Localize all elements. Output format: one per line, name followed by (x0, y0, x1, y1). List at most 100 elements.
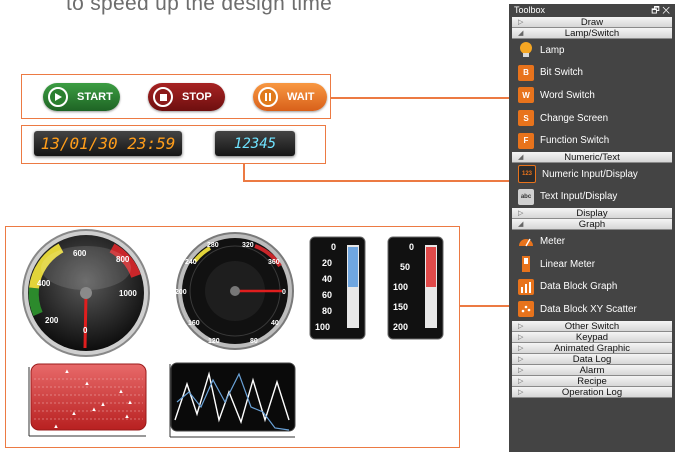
section-label: Numeric/Text (564, 151, 620, 163)
toolbox-item-linear-meter[interactable]: Linear Meter (512, 253, 672, 276)
toolbox-item-text-display[interactable]: abc Text Input/Display (512, 186, 672, 209)
linear-meter-icon (518, 256, 534, 273)
gauge-tick: 0 (83, 326, 88, 335)
section-recipe[interactable]: ▷ Recipe (512, 375, 672, 387)
gauge-tick: 200 (175, 289, 187, 296)
linear-meter-2: 0 50 100 150 200 (387, 236, 444, 340)
gauge-tick: 200 (45, 316, 59, 325)
gauge-tick: 800 (116, 255, 130, 264)
wait-label: WAIT (287, 91, 315, 103)
gauge-tick: 80 (250, 338, 258, 345)
item-label: Bit Switch (540, 67, 584, 79)
gauge-tick: 600 (73, 249, 87, 258)
expand-arrow-icon: ▷ (518, 19, 524, 26)
section-label: Alarm (579, 364, 605, 376)
linear-tick: 50 (400, 262, 410, 272)
numeric-display-icon: 123 (518, 165, 536, 184)
toolbox-item-meter[interactable]: Meter (512, 230, 672, 253)
section-display[interactable]: ▷ Display (512, 208, 672, 220)
expand-arrow-icon: ▷ (518, 366, 524, 374)
section-keypad[interactable]: ▷ Keypad (512, 331, 672, 343)
pause-icon (258, 87, 278, 107)
toolbox-item-change-screen[interactable]: S Change Screen (512, 107, 672, 130)
toolbox-item-lamp[interactable]: Lamp (512, 39, 672, 62)
expand-arrow-icon: ▷ (518, 333, 524, 341)
expand-arrow-icon: ▷ (518, 377, 524, 385)
connector-line (459, 305, 509, 307)
lamp-icon (518, 42, 534, 58)
stop-label: STOP (182, 91, 212, 103)
expand-arrow-icon: ▷ (518, 322, 524, 330)
connector-line (331, 97, 509, 99)
section-label: Graph (578, 219, 606, 231)
play-icon (48, 87, 68, 107)
linear-tick: 20 (322, 258, 332, 268)
svg-text:▲: ▲ (100, 402, 106, 408)
toolbox-item-xy-scatter[interactable]: Data Block XY Scatter (512, 298, 672, 321)
gauge-tick: 120 (208, 338, 220, 345)
gauge-tick: 320 (242, 242, 254, 249)
section-label: Operation Log (561, 386, 623, 398)
linear-meter-1: 0 20 40 60 80 100 (309, 236, 366, 340)
linear-tick: 60 (322, 290, 332, 300)
collapse-arrow-icon: ◢ (518, 221, 524, 229)
gauge-tick: 400 (37, 279, 51, 288)
wait-button[interactable]: WAIT (253, 83, 327, 111)
section-graph[interactable]: ◢ Graph (512, 219, 672, 231)
toolbox-item-data-block-graph[interactable]: Data Block Graph (512, 275, 672, 298)
section-alarm[interactable]: ▷ Alarm (512, 364, 672, 376)
toolbox-item-word-switch[interactable]: W Word Switch (512, 84, 672, 107)
linear-tick: 150 (393, 302, 408, 312)
meter-gauge-2: 280 320 240 360 200 0 160 40 120 80 (175, 232, 294, 350)
linear-tick: 100 (393, 282, 408, 292)
section-numeric-text[interactable]: ◢ Numeric/Text (512, 151, 672, 163)
headline: to speed up the design time (66, 0, 333, 15)
toolbox-item-function-switch[interactable]: F Function Switch (512, 129, 672, 152)
svg-text:▲: ▲ (64, 369, 70, 375)
item-label: Lamp (540, 44, 565, 56)
data-block-graph-icon (518, 278, 534, 295)
stop-button[interactable]: STOP (148, 83, 225, 111)
start-button[interactable]: START (43, 83, 120, 111)
section-other-switch[interactable]: ▷ Other Switch (512, 320, 672, 332)
item-label: Function Switch (540, 135, 610, 147)
expand-arrow-icon: ▷ (518, 355, 524, 363)
toolbox-item-bit-switch[interactable]: B Bit Switch (512, 62, 672, 85)
section-animated-graphic[interactable]: ▷ Animated Graphic (512, 342, 672, 354)
change-screen-icon: S (518, 110, 534, 127)
expand-arrow-icon: ▷ (518, 210, 524, 218)
item-label: Numeric Input/Display (542, 168, 638, 180)
linear-tick: 40 (322, 274, 332, 284)
section-label: Draw (580, 17, 604, 28)
linear-tick: 0 (331, 242, 336, 252)
linear-tick: 0 (409, 242, 414, 252)
item-label: Change Screen (540, 112, 609, 124)
item-label: Text Input/Display (540, 191, 618, 203)
datetime-value: 13/01/30 23:59 (40, 134, 176, 153)
section-draw[interactable]: ▷ Draw (512, 17, 672, 28)
section-operation-log[interactable]: ▷ Operation Log (512, 386, 672, 398)
xy-scatter-icon (518, 301, 534, 318)
gauge-tick: 360 (268, 259, 280, 266)
word-switch-icon: W (518, 87, 534, 104)
toolbox-item-numeric-display[interactable]: 123 Numeric Input/Display (512, 163, 672, 186)
section-label: Display (576, 208, 608, 220)
toolbox-title: Toolbox (514, 5, 546, 15)
svg-text:▲: ▲ (84, 381, 90, 387)
item-label: Word Switch (540, 89, 595, 101)
gauge-tick: 240 (185, 259, 197, 266)
item-label: Linear Meter (540, 258, 595, 270)
item-label: Meter (540, 235, 566, 247)
section-data-log[interactable]: ▷ Data Log (512, 353, 672, 365)
collapse-arrow-icon: ◢ (518, 30, 524, 37)
expand-arrow-icon: ▷ (518, 344, 524, 352)
function-switch-icon: F (518, 132, 534, 149)
item-label: Data Block Graph (540, 281, 618, 293)
svg-text:▲: ▲ (124, 414, 130, 420)
svg-text:▲: ▲ (53, 424, 59, 430)
svg-text:▲: ▲ (127, 400, 133, 406)
item-label: Data Block XY Scatter (540, 303, 637, 315)
gauge-tick: 40 (271, 320, 279, 327)
section-lamp-switch[interactable]: ◢ Lamp/Switch (512, 28, 672, 39)
window-controls-icon[interactable]: 🗗 ✕ (651, 4, 670, 17)
